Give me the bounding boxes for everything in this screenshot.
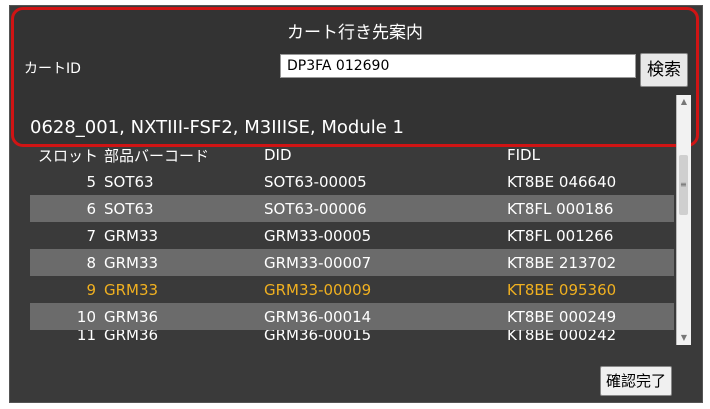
cell-did: GRM33-00009 (264, 280, 372, 299)
column-header-slot: スロット (38, 146, 99, 165)
cell-slot: 8 (86, 253, 96, 272)
cell-did: SOT63-00006 (264, 199, 367, 218)
cell-slot: 6 (86, 199, 96, 218)
cell-part: GRM36 (104, 330, 159, 340)
cell-part: GRM33 (104, 226, 159, 245)
table-row[interactable]: 6 SOT63 SOT63-00006 KT8FL 000186 (30, 195, 674, 222)
cell-slot: 9 (86, 280, 96, 299)
confirm-complete-button[interactable]: 確認完了 (600, 366, 672, 396)
cell-slot: 10 (76, 307, 96, 326)
cell-slot: 5 (86, 172, 96, 191)
table-row[interactable]: 10 GRM36 GRM36-00014 KT8BE 000249 (30, 303, 674, 330)
header-panel: カート行き先案内 カートID 検索 0628_001, NXTIII-FSF2,… (11, 7, 699, 147)
module-info: 0628_001, NXTIII-FSF2, M3IIISE, Module 1 (30, 117, 404, 138)
vertical-scrollbar[interactable]: ▲ ≡ ▼ (676, 95, 691, 345)
scroll-up-arrow-icon[interactable]: ▲ (677, 95, 691, 109)
cell-slot: 7 (86, 226, 96, 245)
table-row[interactable]: 8 GRM33 GRM33-00007 KT8BE 213702 (30, 249, 674, 276)
table-row[interactable]: 5 SOT63 SOT63-00005 KT8BE 046640 (30, 168, 674, 195)
table-row[interactable]: 7 GRM33 GRM33-00005 KT8FL 001266 (30, 222, 674, 249)
scroll-down-arrow-icon[interactable]: ▼ (677, 331, 691, 345)
page-title: カート行き先案内 (287, 23, 423, 43)
scroll-grip-icon: ≡ (680, 180, 687, 189)
cell-did: GRM36-00015 (264, 330, 372, 340)
table-row[interactable]: 11 GRM36 GRM36-00015 KT8BE 000242 (30, 330, 674, 340)
cell-part: GRM36 (104, 307, 159, 326)
column-header-fidl: FIDL (507, 146, 540, 164)
cell-did: GRM33-00005 (264, 226, 372, 245)
cart-id-label: カートID (24, 61, 81, 77)
cell-part: GRM33 (104, 253, 159, 272)
cell-part: GRM33 (104, 280, 159, 299)
slot-table: スロット 部品バーコード DID FIDL 5 SOT63 SOT63-0000… (30, 146, 674, 340)
cell-part: SOT63 (104, 172, 154, 191)
cell-did: GRM36-00014 (264, 307, 372, 326)
cell-fidl: KT8BE 000249 (507, 307, 617, 326)
cell-fidl: KT8BE 095360 (507, 280, 617, 299)
column-header-did: DID (264, 146, 292, 164)
cart-id-input[interactable] (280, 54, 636, 78)
cell-fidl: KT8BE 046640 (507, 172, 617, 191)
cell-did: GRM33-00007 (264, 253, 372, 272)
cell-fidl: KT8FL 000186 (507, 199, 614, 218)
cell-fidl: KT8BE 213702 (507, 253, 617, 272)
search-button[interactable]: 検索 (640, 53, 688, 87)
cell-did: SOT63-00005 (264, 172, 367, 191)
column-header-part-barcode: 部品バーコード (104, 146, 210, 165)
table-row-highlighted[interactable]: 9 GRM33 GRM33-00009 KT8BE 095360 (30, 276, 674, 303)
cell-fidl: KT8BE 000242 (507, 330, 617, 340)
cell-fidl: KT8FL 001266 (507, 226, 614, 245)
cell-part: SOT63 (104, 199, 154, 218)
cell-slot: 11 (76, 330, 96, 340)
